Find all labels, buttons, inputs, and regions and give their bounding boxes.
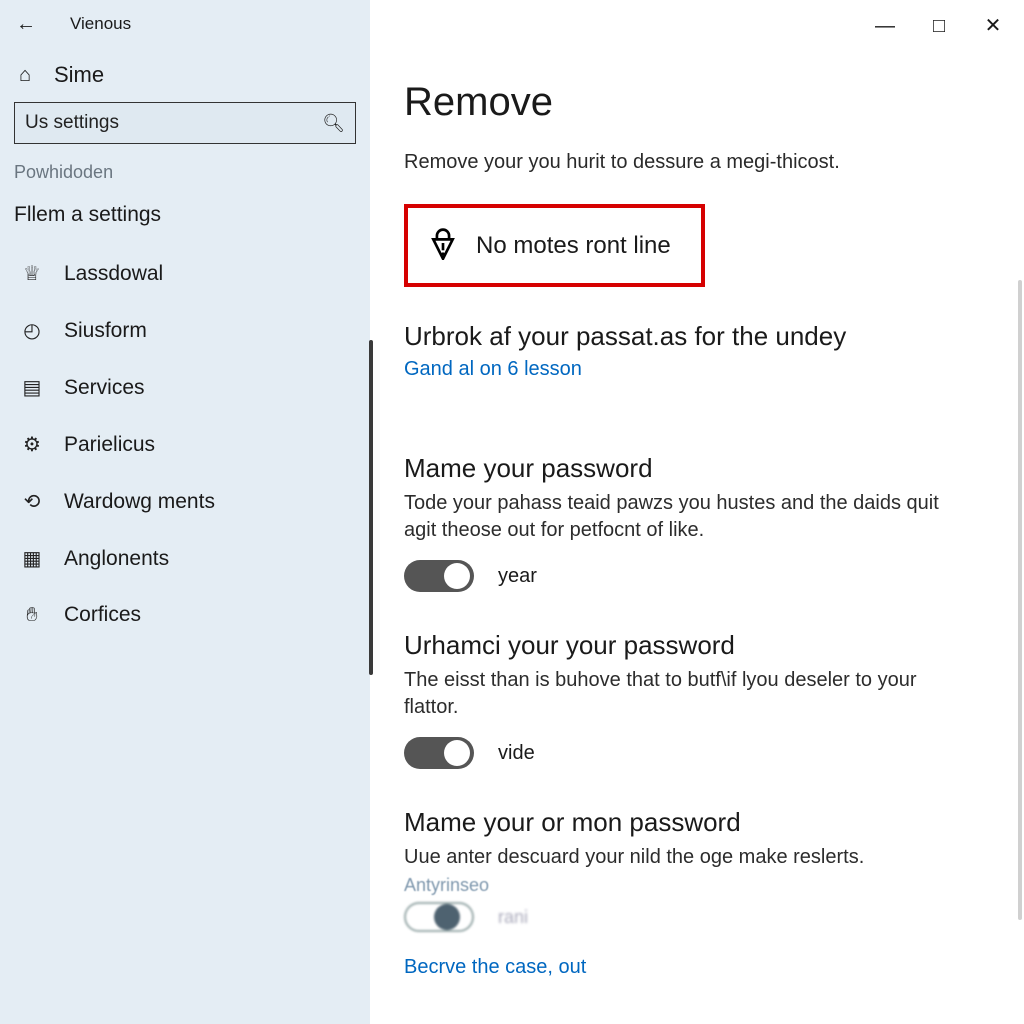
back-button[interactable]: ← xyxy=(16,14,36,34)
scrollbar[interactable] xyxy=(1018,280,1022,920)
toggle-urhamci-password[interactable] xyxy=(404,737,474,769)
toggle-label: vide xyxy=(498,742,535,765)
sidebar-item-services[interactable]: ▤ Services xyxy=(0,359,370,416)
bottom-link[interactable]: Becrve the case, out xyxy=(404,956,586,979)
sidebar-item-label: Siusform xyxy=(64,319,356,343)
sidebar-item-label: Wardowg ments xyxy=(64,490,356,514)
sidebar-section-title: Fllem a settings xyxy=(0,189,370,239)
search-value: Us settings xyxy=(25,112,322,134)
lock-alert-icon xyxy=(428,226,458,265)
section-title: Urbrok af your passat.as for the undey xyxy=(404,321,994,352)
sidebar-item-corfices[interactable]: ✋︎ Corfices xyxy=(0,587,370,643)
toggle-mame-mon-password[interactable] xyxy=(404,902,474,932)
titlebar-left: ← Vienous xyxy=(0,8,370,52)
home-item[interactable]: ⌂ Sime xyxy=(0,52,370,102)
home-label: Sime xyxy=(54,62,104,88)
group-title: Urhamci your your password xyxy=(404,630,994,661)
gear-icon: ⚙︎ xyxy=(20,432,44,457)
grid-icon: ▦ xyxy=(20,546,44,571)
sidebar-item-label: Parielicus xyxy=(64,433,356,457)
sidebar: ← Vienous ⌂ Sime Us settings 🔍︎ Powhidod… xyxy=(0,0,370,1024)
group-description: Tode your pahass teaid pawzs you hustes … xyxy=(404,490,964,544)
section-link[interactable]: Gand al on 6 lesson xyxy=(404,358,582,381)
widget-icon: ⟲ xyxy=(20,489,44,514)
group-mame-password: Mame your password Tode your pahass teai… xyxy=(404,453,994,592)
app-title: Vienous xyxy=(70,14,131,34)
sidebar-item-parielicus[interactable]: ⚙︎ Parielicus xyxy=(0,416,370,473)
toggle-label: year xyxy=(498,565,537,588)
hand-icon: ✋︎ xyxy=(20,604,44,627)
sidebar-muted-label: Powhidoden xyxy=(0,152,370,189)
close-button[interactable]: ✕ xyxy=(980,16,1006,36)
group-urhamci-password: Urhamci your your password The eisst tha… xyxy=(404,630,994,769)
group-title: Mame your or mon password xyxy=(404,807,994,838)
group-description: The eisst than is buhove that to butf\if… xyxy=(404,667,964,721)
group-description: Uue anter descuard your nild the oge mak… xyxy=(404,844,964,871)
alert-highlight: No motes ront line xyxy=(404,204,705,287)
search-wrap: Us settings 🔍︎ xyxy=(0,102,370,152)
section-urbrok: Urbrok af your passat.as for the undey G… xyxy=(404,321,994,415)
maximize-button[interactable]: □ xyxy=(926,16,952,36)
toggle-mame-password[interactable] xyxy=(404,560,474,592)
window-controls: ― □ ✕ xyxy=(370,0,1024,42)
group-faded-label: Antyrinseo xyxy=(404,875,994,896)
toggle-label: rani xyxy=(498,907,528,928)
sidebar-item-label: Anglonents xyxy=(64,547,356,571)
group-title: Mame your password xyxy=(404,453,994,484)
sidebar-item-label: Corfices xyxy=(64,603,356,627)
nav-list: ♕ Lassdowal ◴ Siusform ▤ Services ⚙︎ Par… xyxy=(0,239,370,643)
sidebar-item-wardowg[interactable]: ⟲ Wardowg ments xyxy=(0,473,370,530)
page-subtitle: Remove your you hurit to dessure a megi-… xyxy=(404,151,994,174)
content-area: Remove Remove your you hurit to dessure … xyxy=(370,42,1024,979)
chat-icon: ▤ xyxy=(20,375,44,400)
sidebar-item-anglonents[interactable]: ▦ Anglonents xyxy=(0,530,370,587)
page-title: Remove xyxy=(404,80,994,125)
mic-icon: ♕ xyxy=(20,261,44,286)
alert-text: No motes ront line xyxy=(476,232,671,260)
main-pane: ― □ ✕ Remove Remove your you hurit to de… xyxy=(370,0,1024,1024)
group-mame-mon-password: Mame your or mon password Uue anter desc… xyxy=(404,807,994,932)
sidebar-item-siusform[interactable]: ◴ Siusform xyxy=(0,302,370,359)
clock-icon: ◴ xyxy=(20,318,44,343)
search-icon: 🔍︎ xyxy=(322,113,345,134)
minimize-button[interactable]: ― xyxy=(872,16,898,36)
sidebar-item-lassdowal[interactable]: ♕ Lassdowal xyxy=(0,245,370,302)
sidebar-item-label: Lassdowal xyxy=(64,262,356,286)
search-input[interactable]: Us settings 🔍︎ xyxy=(14,102,356,144)
sidebar-item-label: Services xyxy=(64,376,356,400)
home-icon: ⌂ xyxy=(14,64,36,87)
